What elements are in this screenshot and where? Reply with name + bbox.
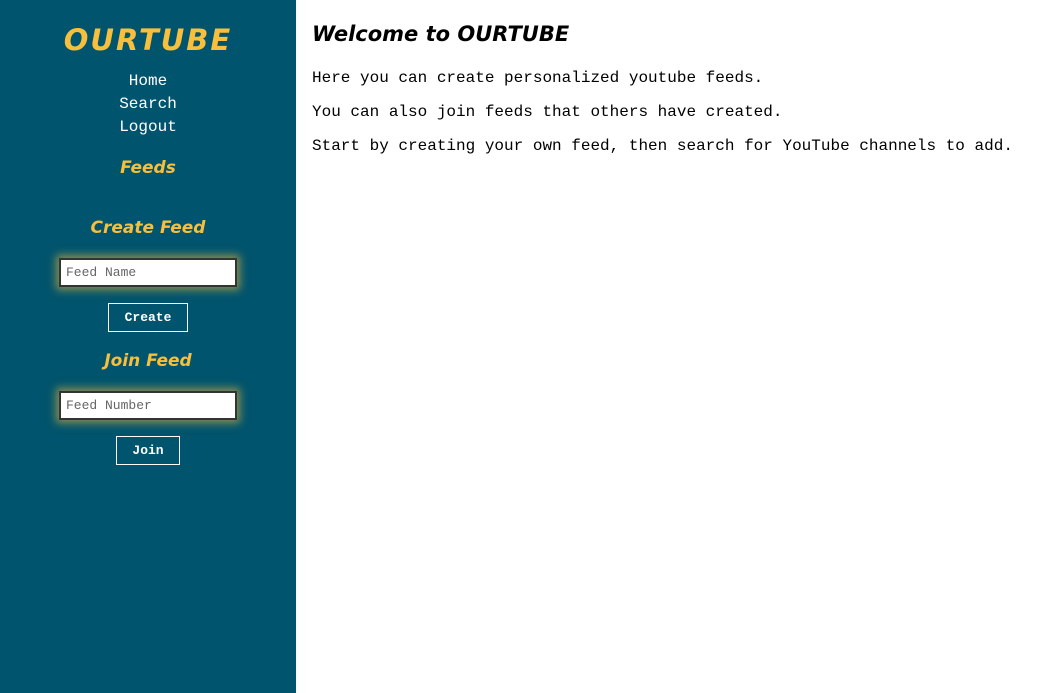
create-feed-button[interactable]: Create [108, 303, 188, 332]
brand-logo[interactable]: OURTUBE [64, 22, 232, 58]
feed-number-input[interactable] [59, 391, 237, 420]
feed-name-input[interactable] [59, 258, 237, 287]
sidebar: OURTUBE Home Search Logout Feeds Create … [0, 0, 296, 693]
nav-link-logout[interactable]: Logout [119, 116, 177, 139]
join-feed-button[interactable]: Join [116, 436, 180, 465]
intro-paragraph: You can also join feeds that others have… [312, 103, 783, 121]
nav-link-home[interactable]: Home [129, 70, 167, 93]
feeds-heading: Feeds [120, 158, 176, 178]
join-feed-heading: Join Feed [104, 351, 192, 371]
main-content: Welcome to OURTUBE Here you can create p… [296, 0, 1047, 693]
nav-link-search[interactable]: Search [119, 93, 177, 116]
create-feed-heading: Create Feed [90, 218, 206, 238]
intro-text: Here you can create personalized youtube… [312, 68, 1047, 156]
intro-paragraph: Start by creating your own feed, then se… [312, 137, 1013, 155]
intro-paragraph: Here you can create personalized youtube… [312, 69, 764, 87]
page-title: Welcome to OURTUBE [312, 22, 570, 46]
sidebar-nav: Home Search Logout [119, 70, 177, 139]
app: OURTUBE Home Search Logout Feeds Create … [0, 0, 1047, 693]
